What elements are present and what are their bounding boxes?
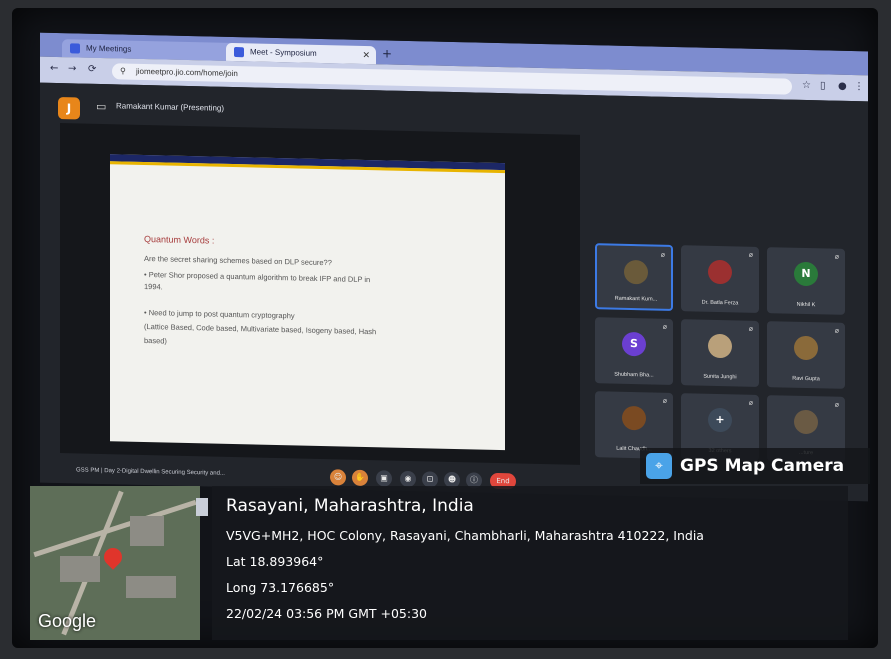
slide-line: Are the secret sharing schemes based on … (144, 253, 332, 268)
map-building (130, 516, 164, 546)
close-icon[interactable]: ✕ (362, 46, 370, 64)
participant-tile[interactable]: ⌀ Ramakant Kum... (595, 243, 673, 311)
avatar (794, 409, 818, 435)
hand-icon[interactable]: ✋ (352, 469, 368, 487)
presentation-slide: Quantum Words : Are the secret sharing s… (110, 154, 505, 451)
participant-tile[interactable]: ⌀ Ravi Gupta (767, 321, 845, 389)
extensions-icon[interactable]: ▯ (820, 80, 826, 91)
gps-brand: GPS Map Camera (680, 456, 845, 476)
microphone-icon[interactable]: ◉ (400, 470, 416, 488)
place-name: Rasayani, Maharashtra, India (226, 496, 474, 516)
participant-name: Shubham Bha... (614, 371, 654, 379)
meeting-title: GSS PM | Day 2-Digital Dwellin Securing … (76, 467, 225, 477)
participant-name: Ramakant Kum... (614, 295, 658, 303)
longitude-text: Long 73.176685° (226, 580, 335, 595)
avatar: + (708, 407, 732, 433)
reaction-icon[interactable]: ☺ (330, 469, 346, 486)
monitor-screen: My Meetings ✕ Meet - Symposium ✕ + ← → ⟳… (40, 32, 868, 502)
menu-icon[interactable]: ⋮ (854, 81, 864, 92)
location-pin-icon (100, 544, 126, 570)
participant-tile[interactable]: ⌀ Sunita Junghi (681, 319, 759, 387)
tab-label: My Meetings (86, 43, 132, 54)
reload-icon[interactable]: ⟳ (88, 64, 96, 75)
screen-share-icon: ▭ (96, 99, 107, 114)
mic-muted-icon: ⌀ (660, 250, 665, 259)
slide-line: 1994. (144, 281, 163, 292)
slide-heading: Quantum Words : (144, 233, 215, 246)
participant-tile[interactable]: ⌀ Dr. Batla Ferza (681, 245, 759, 313)
participant-name: Sunita Junghi (703, 373, 737, 381)
avatar (622, 405, 646, 431)
mic-muted-icon: ⌀ (748, 324, 753, 333)
site-info-icon[interactable]: ⚲ (120, 63, 126, 79)
avatar (708, 333, 732, 359)
slide-line: based) (144, 335, 167, 346)
participant-name: Dr. Batla Ferza (701, 299, 739, 307)
map-pin-icon: ⌖ (646, 453, 672, 479)
new-tab-icon[interactable]: + (382, 46, 392, 60)
participant-tile[interactable]: S ⌀ Shubham Bha... (595, 317, 673, 385)
mic-muted-icon: ⌀ (834, 400, 839, 409)
satellite-map-thumbnail: Google (30, 486, 200, 640)
slide-line: (Lattice Based, Code based, Multivariate… (144, 321, 377, 337)
presenter-name: Ramakant Kumar (Presenting) (116, 101, 225, 113)
flag-icon (196, 498, 208, 516)
datetime-text: 22/02/24 03:56 PM GMT +05:30 (226, 606, 427, 621)
avatar: N (794, 261, 818, 287)
map-building (60, 556, 100, 582)
slide-line: • Peter Shor proposed a quantum algorith… (144, 269, 371, 285)
mic-muted-icon: ⌀ (662, 322, 667, 331)
url-text: jiomeetpro.jio.com/home/join (136, 66, 238, 79)
tab-favicon-icon (70, 43, 80, 54)
slide-line: • Need to jump to post quantum cryptogra… (144, 307, 295, 321)
address-text: V5VG+MH2, HOC Colony, Rasayani, Chambhar… (226, 528, 704, 543)
participant-name: Ravi Gupta (792, 375, 820, 383)
bookmark-icon[interactable]: ☆ (802, 80, 811, 91)
profile-icon[interactable]: ● (838, 81, 847, 92)
mic-muted-icon: ⌀ (834, 326, 839, 335)
gps-camera-badge: ⌖ GPS Map Camera (640, 448, 870, 484)
avatar: S (622, 331, 646, 357)
location-info-panel: Rasayani, Maharashtra, India V5VG+MH2, H… (196, 486, 848, 640)
mic-muted-icon: ⌀ (748, 398, 753, 407)
participant-tile[interactable]: N ⌀ Nikhil K (767, 247, 845, 315)
camera-icon[interactable]: ▣ (376, 470, 392, 487)
latitude-text: Lat 18.893964° (226, 554, 324, 569)
participant-name: Nikhil K (796, 301, 816, 309)
app-logo: J (58, 97, 80, 120)
mic-muted-icon: ⌀ (834, 252, 839, 261)
tab-label: Meet - Symposium (250, 47, 317, 58)
avatar (624, 259, 648, 285)
participant-grid: ⌀ Ramakant Kum... ⌀ Dr. Batla Ferza N ⌀ Nikhil… (595, 243, 855, 479)
tab-favicon-icon (234, 47, 244, 58)
back-icon[interactable]: ← (50, 63, 58, 74)
meeting-app: J ▭ Ramakant Kumar (Presenting) Quantum … (40, 82, 868, 502)
mic-muted-icon: ⌀ (662, 396, 667, 405)
avatar (794, 335, 818, 361)
map-building (126, 576, 176, 598)
mic-muted-icon: ⌀ (748, 250, 753, 259)
google-logo: Google (38, 611, 97, 631)
avatar (708, 259, 732, 285)
forward-icon[interactable]: → (68, 63, 76, 74)
